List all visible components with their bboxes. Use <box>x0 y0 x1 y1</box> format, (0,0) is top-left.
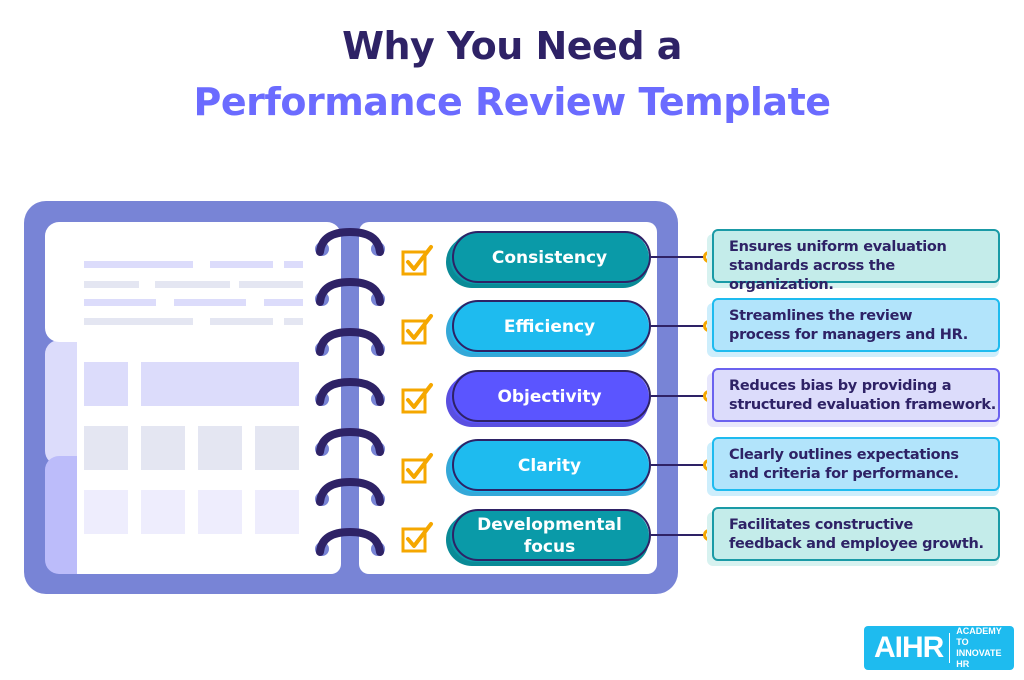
description-line: Clearly outlines expectations <box>729 447 959 463</box>
ring-icon <box>315 527 385 556</box>
placeholder-line <box>174 299 246 306</box>
grid-cell <box>141 426 185 470</box>
grid-cell <box>84 426 128 470</box>
placeholder-line <box>210 318 273 325</box>
benefit-description-consistency: Ensures uniform evaluation standards acr… <box>712 229 1000 293</box>
pill-outline <box>452 231 651 283</box>
checkbox-checked-icon <box>401 245 433 276</box>
placeholder-line <box>155 281 230 288</box>
description-line: process for managers and HR. <box>729 327 968 343</box>
description-line: Streamlines the review <box>729 308 913 324</box>
title-line-2: Performance Review Template <box>193 80 831 124</box>
connector-line <box>651 534 709 536</box>
checkbox-checked-icon <box>401 522 433 553</box>
grid-cell <box>84 362 128 406</box>
ring-icon <box>315 427 385 456</box>
ring-icon <box>315 477 385 506</box>
description-line: standards across the organization. <box>729 258 895 293</box>
grid-cell-wide <box>141 362 299 406</box>
aihr-logo: AIHR ACADEMY TO INNOVATE HR <box>864 626 1014 670</box>
placeholder-line <box>264 299 303 306</box>
description-line: and criteria for performance. <box>729 466 959 482</box>
pill-outline <box>452 509 651 561</box>
grid-cell <box>255 490 299 534</box>
connector-line <box>651 395 709 397</box>
description-line: Facilitates constructive <box>729 517 914 533</box>
grid-cell <box>198 426 242 470</box>
placeholder-line <box>284 261 303 268</box>
connector-line <box>651 256 709 258</box>
ring-icon <box>315 377 385 406</box>
title-line-1: Why You Need a <box>342 24 682 68</box>
pill-outline <box>452 370 651 422</box>
ring-icon <box>315 277 385 306</box>
benefit-description-efficiency: Streamlines the review process for manag… <box>712 298 1000 352</box>
ring-icon <box>315 327 385 356</box>
checkbox-checked-icon <box>401 453 433 484</box>
placeholder-line <box>84 318 193 325</box>
grid-cell <box>255 426 299 470</box>
logo-divider <box>949 633 951 663</box>
grid-cell <box>141 490 185 534</box>
logo-tagline-line: ACADEMY TO <box>956 626 1002 647</box>
description-line: feedback and employee growth. <box>729 536 984 552</box>
logo-tagline-line: INNOVATE HR <box>956 648 1002 669</box>
benefit-description-objectivity: Reduces bias by providing a structured e… <box>712 368 1000 422</box>
placeholder-line <box>84 299 156 306</box>
pill-outline <box>452 300 651 352</box>
ring-icon <box>315 227 385 256</box>
logo-mark: AIHR <box>874 631 944 664</box>
checkbox-checked-icon <box>401 314 433 345</box>
description-line: Reduces bias by providing a <box>729 378 952 394</box>
pill-outline <box>452 439 651 491</box>
placeholder-line <box>84 281 139 288</box>
grid-cell <box>198 490 242 534</box>
description-line: structured evaluation framework. <box>729 397 996 413</box>
checkbox-checked-icon <box>401 383 433 414</box>
placeholder-line <box>84 261 193 268</box>
description-line: Ensures uniform evaluation <box>729 239 947 255</box>
connector-line <box>651 464 709 466</box>
benefit-description-developmental-focus: Facilitates constructive feedback and em… <box>712 507 1000 561</box>
grid-cell <box>84 490 128 534</box>
placeholder-line <box>210 261 273 268</box>
connector-line <box>651 325 709 327</box>
logo-tagline: ACADEMY TO INNOVATE HR <box>956 626 1014 670</box>
placeholder-line <box>284 318 303 325</box>
benefit-description-clarity: Clearly outlines expectations and criter… <box>712 437 1000 491</box>
placeholder-line <box>239 281 303 288</box>
